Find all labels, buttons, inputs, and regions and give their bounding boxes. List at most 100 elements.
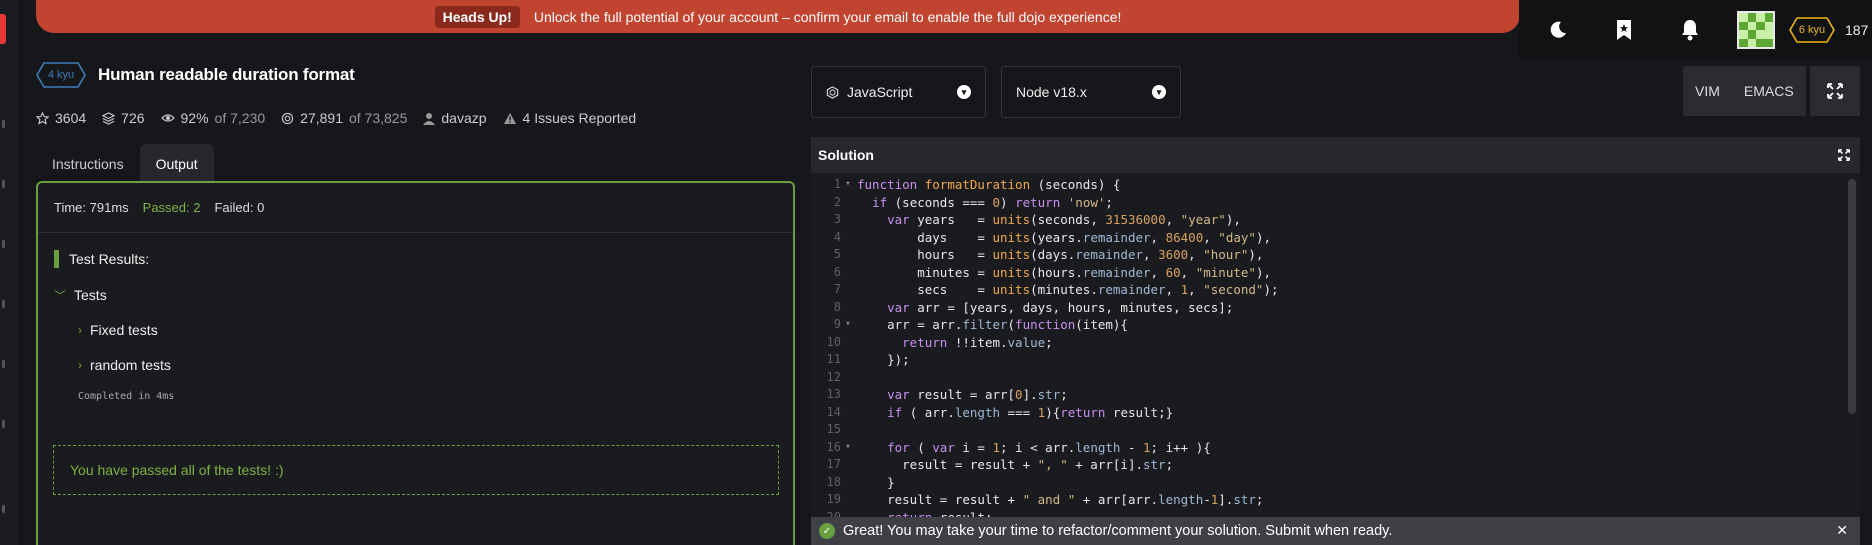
user-toolbar: 6 kyu 187	[1519, 0, 1872, 60]
fold-toggle-icon[interactable]: ▾	[841, 317, 855, 335]
code-line[interactable]: 14 if ( arr.length === 1){return result;…	[811, 405, 1860, 423]
tab-output[interactable]: Output	[139, 144, 214, 184]
code-text: secs = units(minutes.remainder, 1, "seco…	[857, 282, 1279, 297]
expand-icon[interactable]	[1838, 149, 1850, 161]
collections-count: 726	[121, 110, 145, 126]
bell-icon[interactable]	[1671, 11, 1709, 49]
code-line[interactable]: 1 ▾ function formatDuration (seconds) {	[811, 177, 1860, 195]
fold-toggle-icon[interactable]: ▾	[841, 440, 855, 458]
stars-stat[interactable]: 3604	[36, 110, 86, 126]
nav-dot[interactable]	[2, 420, 5, 428]
nav-dot[interactable]	[2, 180, 5, 188]
code-text: arr = arr.filter(function(item){	[857, 317, 1128, 332]
vim-mode-button[interactable]: VIM	[1683, 83, 1732, 99]
code-text: if (seconds === 0) return 'now';	[872, 194, 1113, 210]
editor-mode-toggle: VIM EMACS	[1683, 66, 1806, 116]
chevron-right-icon: ›	[78, 323, 82, 337]
issues-stat[interactable]: 4 Issues Reported	[503, 110, 636, 126]
code-line[interactable]: 5 hours = units(days.remainder, 3600, "h…	[811, 247, 1860, 265]
nav-dot[interactable]	[2, 120, 5, 128]
output-panel: Time: 791ms Passed: 2 Failed: 0 Test Res…	[36, 181, 795, 545]
language-select[interactable]: JavaScript ▾	[811, 66, 986, 118]
runtime-select[interactable]: Node v18.x ▾	[1001, 66, 1181, 118]
tab-instructions[interactable]: Instructions	[36, 144, 140, 184]
code-line[interactable]: 2 if (seconds === 0) return 'now';	[811, 195, 1860, 213]
code-line[interactable]: 6 minutes = units(hours.remainder, 60, "…	[811, 265, 1860, 283]
code-line[interactable]: 10 return !!item.value;	[811, 335, 1860, 353]
code-line[interactable]: 16 ▾ for ( var i = 1; i < arr.length - 1;…	[811, 440, 1860, 458]
satisfaction-total: of 7,230	[214, 110, 266, 126]
satisfaction-stat[interactable]: 92% of 7,230	[160, 110, 266, 126]
close-icon[interactable]: ✕	[1836, 522, 1848, 539]
fold-gutter	[841, 230, 855, 248]
satisfaction-rating: 92%	[180, 110, 209, 126]
line-number: 3	[833, 212, 841, 226]
code-line[interactable]: 3 var years = units(seconds, 31536000, "…	[811, 212, 1860, 230]
code-line[interactable]: 12	[811, 370, 1860, 388]
output-summary: Time: 791ms Passed: 2 Failed: 0	[38, 183, 793, 233]
code-line[interactable]: 18 }	[811, 475, 1860, 493]
code-line[interactable]: 15	[811, 422, 1860, 440]
author-stat[interactable]: davazp	[423, 110, 487, 126]
banner-message[interactable]: Unlock the full potential of your accoun…	[534, 9, 1122, 25]
bookmark-icon[interactable]	[1605, 11, 1643, 49]
honor-count[interactable]: 187	[1845, 22, 1868, 38]
code-area[interactable]: 1 ▾ function formatDuration (seconds) {2 i…	[811, 173, 1860, 545]
code-line[interactable]: 13 var result = arr[0].str;	[811, 387, 1860, 405]
code-text: });	[857, 352, 910, 367]
code-line[interactable]: 17 result = result + ", " + arr[i].str;	[811, 457, 1860, 475]
success-toast: ✓ Great! You may take your time to refac…	[811, 517, 1860, 545]
user-rank-badge[interactable]: 6 kyu	[1789, 17, 1835, 43]
test-group-random[interactable]: › random tests	[78, 355, 777, 375]
line-number: 10	[826, 334, 841, 349]
star-icon	[36, 111, 49, 125]
code-text: var years = units(seconds, 31536000, "ye…	[887, 212, 1241, 227]
nav-dot[interactable]	[2, 360, 5, 368]
runtime-label: Node v18.x	[1016, 84, 1087, 100]
fullscreen-button[interactable]	[1810, 66, 1860, 116]
completed-stat[interactable]: 27,891 of 73,825	[281, 110, 407, 126]
kata-rank-label: 4 kyu	[47, 69, 75, 81]
fold-gutter	[841, 247, 855, 265]
author-name: davazp	[441, 110, 487, 126]
email-confirm-banner[interactable]: Heads Up! Unlock the full potential of y…	[36, 0, 1520, 33]
fold-gutter	[841, 492, 855, 510]
fold-gutter	[841, 195, 855, 213]
language-label: JavaScript	[847, 84, 913, 100]
nav-indicator[interactable]	[0, 14, 6, 44]
user-rank-label: 6 kyu	[1798, 24, 1826, 36]
editor-scrollbar[interactable]	[1848, 179, 1856, 414]
code-text: for ( var i = 1; i < arr.length - 1; i++…	[887, 439, 1211, 455]
chevron-right-icon: ›	[78, 358, 82, 372]
line-number: 14	[826, 404, 841, 419]
user-icon	[423, 112, 436, 125]
toast-message: Great! You may take your time to refacto…	[843, 523, 1393, 539]
emacs-mode-button[interactable]: EMACS	[1732, 83, 1806, 99]
fold-toggle-icon[interactable]: ▾	[841, 177, 855, 195]
line-number: 7	[833, 282, 841, 296]
nav-dot[interactable]	[2, 505, 5, 513]
test-group-label: Tests	[74, 287, 107, 303]
test-group-tests[interactable]: ﹀ Tests	[54, 285, 777, 305]
code-line[interactable]: 9 ▾ arr = arr.filter(function(item){	[811, 317, 1860, 335]
code-line[interactable]: 8 var arr = [years, days, hours, minutes…	[811, 300, 1860, 318]
nav-dot[interactable]	[2, 240, 5, 248]
avatar[interactable]	[1737, 11, 1775, 49]
solution-header: Solution	[811, 137, 1860, 173]
code-line[interactable]: 4 days = units(years.remainder, 86400, "…	[811, 230, 1860, 248]
code-line[interactable]: 7 secs = units(minutes.remainder, 1, "se…	[811, 282, 1860, 300]
moon-icon[interactable]	[1539, 11, 1577, 49]
completed-time: Completed in 4ms	[78, 391, 175, 402]
completed-count: 27,891	[300, 110, 343, 126]
stars-count: 3604	[55, 110, 87, 126]
run-time: Time: 791ms	[54, 200, 129, 215]
collections-stat[interactable]: 726	[102, 110, 145, 126]
nav-dot[interactable]	[2, 300, 5, 308]
test-group-fixed[interactable]: › Fixed tests	[78, 320, 777, 340]
failed-count: Failed: 0	[214, 200, 265, 215]
code-line[interactable]: 19 result = result + " and " + arr[arr.l…	[811, 492, 1860, 510]
code-line[interactable]: 11 });	[811, 352, 1860, 370]
fold-gutter	[841, 405, 855, 423]
left-nav-strip	[0, 0, 18, 545]
